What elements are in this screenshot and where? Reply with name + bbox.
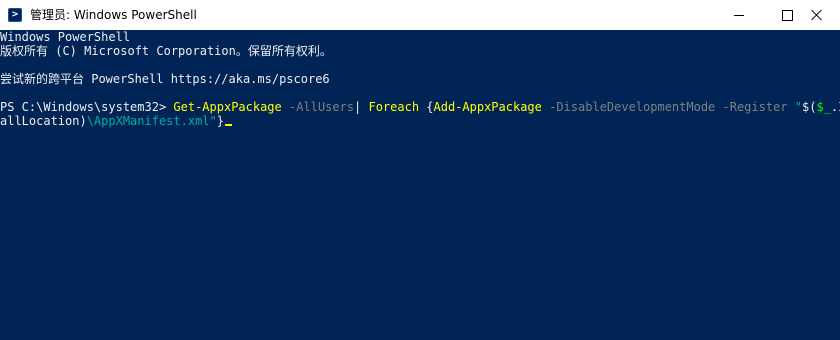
text-cursor [224, 124, 232, 126]
title-bar[interactable]: > 管理员: Windows PowerShell [0, 0, 840, 30]
command-line[interactable]: PS C:\Windows\system32> Get-AppxPackage … [0, 100, 840, 114]
minimize-button[interactable] [716, 0, 762, 30]
parameters-register: -DisableDevelopmentMode -Register [541, 100, 795, 114]
console-line-header: Windows PowerShell [0, 30, 131, 44]
powershell-icon: > [8, 8, 22, 22]
cmdlet-get-appxpackage: Get-AppxPackage [173, 100, 282, 114]
powershell-window: > 管理员: Windows PowerShell Windows PowerS… [0, 0, 840, 340]
cmdlet-foreach: Foreach [368, 100, 420, 114]
minimize-icon [734, 14, 744, 16]
close-button[interactable] [794, 0, 840, 30]
command-line-wrap[interactable]: allLocation)\AppXManifest.xml"} [0, 114, 232, 128]
brace-close: } [216, 114, 224, 128]
string-quote-open: " [794, 100, 802, 114]
pipeline-variable: $_ [816, 100, 831, 114]
console-line-tip: 尝试新的跨平台 PowerShell https://aka.ms/pscore… [0, 72, 330, 86]
string-manifest-path: \AppXManifest.xml" [86, 114, 217, 128]
console-area[interactable]: Windows PowerShell 版权所有 (C) Microsoft Co… [0, 30, 840, 340]
prompt: PS C:\Windows\system32> [0, 100, 174, 114]
maximize-icon [781, 9, 793, 21]
parameter-allusers: -AllUsers [281, 100, 355, 114]
member-access-continued: allLocation) [0, 114, 87, 128]
window-title: 管理员: Windows PowerShell [30, 8, 197, 22]
pipe-operator: | [354, 100, 369, 114]
member-access: .Inst [830, 100, 840, 114]
console-line-copyright: 版权所有 (C) Microsoft Corporation。保留所有权利。 [0, 44, 332, 58]
brace-open: { [419, 100, 434, 114]
subexpression-open: $( [801, 100, 817, 114]
cmdlet-add-appxpackage: Add-AppxPackage [433, 100, 542, 114]
close-icon [811, 9, 823, 21]
